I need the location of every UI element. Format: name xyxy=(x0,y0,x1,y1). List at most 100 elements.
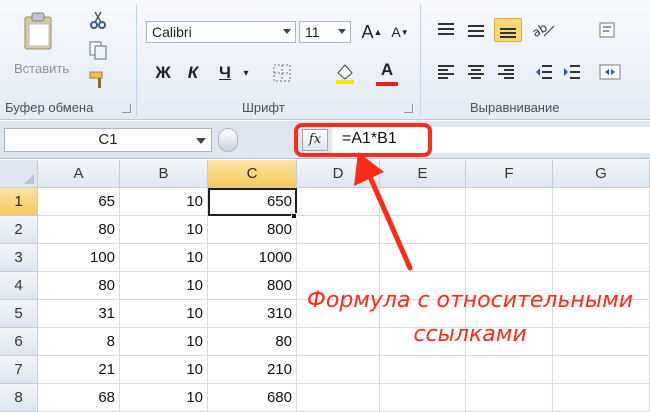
font-size-select[interactable]: 11 xyxy=(299,21,351,43)
row-header-8[interactable]: 8 xyxy=(0,384,38,412)
column-header-b[interactable]: B xyxy=(120,160,208,188)
cell-d7[interactable] xyxy=(297,356,380,384)
cell-b4[interactable]: 10 xyxy=(120,272,208,300)
align-bottom-button[interactable] xyxy=(494,18,522,42)
column-header-f[interactable]: F xyxy=(466,160,553,188)
cell-g8[interactable] xyxy=(553,384,650,412)
cell-c1[interactable]: 650 xyxy=(208,188,297,216)
cell-g7[interactable] xyxy=(553,356,650,384)
cell-b8[interactable]: 10 xyxy=(120,384,208,412)
wrap-text-icon[interactable] xyxy=(598,20,618,40)
cell-g1[interactable] xyxy=(553,188,650,216)
cell-a8[interactable]: 68 xyxy=(38,384,120,412)
paste-icon[interactable] xyxy=(22,12,56,52)
cell-c5[interactable]: 310 xyxy=(208,300,297,328)
cut-icon[interactable] xyxy=(88,10,108,30)
cell-b2[interactable]: 10 xyxy=(120,216,208,244)
cell-a5[interactable]: 31 xyxy=(38,300,120,328)
font-color-button[interactable]: A xyxy=(376,58,398,82)
font-name-value: Calibri xyxy=(152,24,192,40)
cell-c6[interactable]: 80 xyxy=(208,328,297,356)
shrink-font-button[interactable]: A ▼ xyxy=(388,20,412,44)
alignment-group-label: Выравнивание xyxy=(470,100,560,115)
column-header-g[interactable]: G xyxy=(553,160,650,188)
column-header-d[interactable]: D xyxy=(297,160,380,188)
cell-b3[interactable]: 10 xyxy=(120,244,208,272)
cell-g6[interactable] xyxy=(553,328,650,356)
cell-g2[interactable] xyxy=(553,216,650,244)
cell-c4[interactable]: 800 xyxy=(208,272,297,300)
align-middle-icon[interactable] xyxy=(466,20,486,40)
borders-icon[interactable] xyxy=(272,63,292,83)
decrease-indent-icon[interactable] xyxy=(534,62,554,82)
cell-b7[interactable]: 10 xyxy=(120,356,208,384)
cell-g3[interactable] xyxy=(553,244,650,272)
clipboard-dialog-launcher[interactable] xyxy=(122,104,131,113)
italic-button[interactable]: К xyxy=(180,61,206,85)
row-header-6[interactable]: 6 xyxy=(0,328,38,356)
grow-font-icon: A xyxy=(361,21,374,42)
row-header-7[interactable]: 7 xyxy=(0,356,38,384)
column-header-e[interactable]: E xyxy=(380,160,466,188)
format-painter-icon[interactable] xyxy=(88,70,108,90)
cell-a7[interactable]: 21 xyxy=(38,356,120,384)
formula-bar-splitter[interactable] xyxy=(218,128,238,152)
insert-function-button[interactable]: fx xyxy=(302,129,328,151)
row-header-4[interactable]: 4 xyxy=(0,272,38,300)
cell-b5[interactable]: 10 xyxy=(120,300,208,328)
cell-a1[interactable]: 65 xyxy=(38,188,120,216)
cell-e1[interactable] xyxy=(380,188,466,216)
cell-d6[interactable] xyxy=(297,328,380,356)
select-all-button[interactable] xyxy=(0,160,38,188)
row-header-5[interactable]: 5 xyxy=(0,300,38,328)
cell-a6[interactable]: 8 xyxy=(38,328,120,356)
align-left-icon[interactable] xyxy=(436,62,456,82)
underline-button[interactable]: Ч xyxy=(212,61,238,85)
underline-dropdown[interactable]: ▾ xyxy=(240,61,252,85)
cell-c3[interactable]: 1000 xyxy=(208,244,297,272)
cell-f3[interactable] xyxy=(466,244,553,272)
row-header-2[interactable]: 2 xyxy=(0,216,38,244)
grow-font-button[interactable]: A ▲ xyxy=(360,20,384,44)
cell-c2[interactable]: 800 xyxy=(208,216,297,244)
cell-e2[interactable] xyxy=(380,216,466,244)
cell-e7[interactable] xyxy=(380,356,466,384)
formula-input[interactable]: =A1*B1 xyxy=(332,127,650,153)
column-header-a[interactable]: A xyxy=(38,160,120,188)
cell-d1[interactable] xyxy=(297,188,380,216)
row-header-1[interactable]: 1 xyxy=(0,188,38,216)
cell-d2[interactable] xyxy=(297,216,380,244)
column-header-c[interactable]: C xyxy=(208,160,297,188)
cell-a3[interactable]: 100 xyxy=(38,244,120,272)
paste-button-label[interactable]: Вставить xyxy=(14,61,69,76)
cell-d8[interactable] xyxy=(297,384,380,412)
cell-b6[interactable]: 10 xyxy=(120,328,208,356)
cell-f1[interactable] xyxy=(466,188,553,216)
cell-e8[interactable] xyxy=(380,384,466,412)
cell-e3[interactable] xyxy=(380,244,466,272)
font-dialog-launcher[interactable] xyxy=(404,104,413,113)
increase-indent-icon[interactable] xyxy=(562,62,582,82)
cell-f8[interactable] xyxy=(466,384,553,412)
cell-b1[interactable]: 10 xyxy=(120,188,208,216)
cell-c7[interactable]: 210 xyxy=(208,356,297,384)
align-top-icon[interactable] xyxy=(436,20,456,40)
bold-button[interactable]: Ж xyxy=(150,61,176,85)
align-center-icon[interactable] xyxy=(466,62,486,82)
name-box[interactable]: C1 xyxy=(4,128,212,152)
cell-a2[interactable]: 80 xyxy=(38,216,120,244)
merge-center-icon[interactable] xyxy=(598,62,624,82)
cell-d3[interactable] xyxy=(297,244,380,272)
cell-c8[interactable]: 680 xyxy=(208,384,297,412)
fill-handle[interactable] xyxy=(291,213,297,219)
row-header-3[interactable]: 3 xyxy=(0,244,38,272)
fill-color-icon[interactable] xyxy=(333,61,357,85)
cell-a4[interactable]: 80 xyxy=(38,272,120,300)
align-right-icon[interactable] xyxy=(496,62,516,82)
cell-f2[interactable] xyxy=(466,216,553,244)
font-name-select[interactable]: Calibri xyxy=(146,21,296,43)
orientation-icon[interactable]: ab xyxy=(530,20,556,40)
copy-icon[interactable] xyxy=(88,40,108,60)
clipboard-group-label: Буфер обмена xyxy=(5,100,94,115)
cell-f7[interactable] xyxy=(466,356,553,384)
